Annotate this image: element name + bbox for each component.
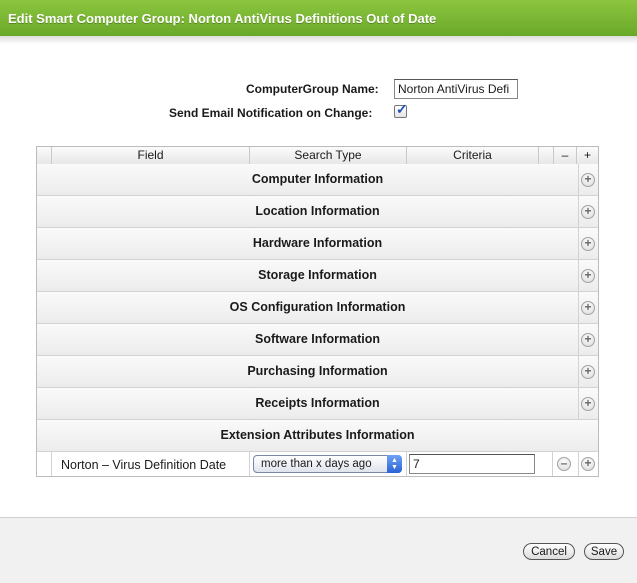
cell-divider	[578, 292, 579, 323]
cell-divider	[578, 164, 579, 195]
section-extension-attributes-information: Extension Attributes Information	[37, 420, 598, 452]
section-storage-information: Storage Information +	[37, 260, 598, 292]
section-label: Software Information	[254, 332, 380, 346]
cell-divider	[578, 196, 579, 227]
section-label: Purchasing Information	[247, 364, 388, 378]
section-label: Hardware Information	[252, 236, 383, 250]
checkmark-icon: ✓	[396, 101, 408, 117]
updown-arrows-icon: ▲ ▼	[387, 455, 402, 473]
section-label: Receipts Information	[255, 396, 380, 410]
section-computer-information: Computer Information +	[37, 164, 598, 196]
section-label: OS Configuration Information	[229, 300, 406, 314]
criteria-table: Field Search Type Criteria – + Computer …	[36, 146, 599, 477]
minus-circle-icon[interactable]: –	[557, 457, 571, 471]
search-type-select[interactable]: more than x days ago ▲ ▼	[253, 455, 402, 473]
cell-divider	[51, 452, 52, 476]
header-criteria[interactable]: Criteria	[406, 147, 538, 164]
section-location-information: Location Information +	[37, 196, 598, 228]
plus-circle-icon[interactable]: +	[581, 173, 595, 187]
cell-divider	[578, 452, 579, 476]
plus-circle-icon[interactable]: +	[581, 365, 595, 379]
section-label: Storage Information	[258, 268, 377, 282]
header-spacer-2	[538, 147, 553, 164]
plus-circle-icon[interactable]: +	[581, 237, 595, 251]
section-purchasing-information: Purchasing Information +	[37, 356, 598, 388]
cell-divider	[578, 228, 579, 259]
criteria-value-input[interactable]: 7	[409, 454, 535, 474]
email-notification-label: Send Email Notification on Change:	[169, 106, 373, 120]
section-label: Extension Attributes Information	[220, 428, 415, 442]
section-receipts-information: Receipts Information +	[37, 388, 598, 420]
cell-divider	[578, 388, 579, 419]
cell-divider	[406, 452, 407, 476]
window-title: Edit Smart Computer Group: Norton AntiVi…	[0, 0, 637, 36]
plus-circle-icon[interactable]: +	[581, 397, 595, 411]
header-spacer	[37, 147, 51, 164]
cell-divider	[552, 452, 553, 476]
header-search-type[interactable]: Search Type	[249, 147, 406, 164]
footer-bar: Cancel Save	[0, 517, 637, 583]
plus-circle-icon[interactable]: +	[581, 457, 595, 471]
criterion-field: Norton – Virus Definition Date	[61, 458, 227, 472]
search-type-value: more than x days ago	[261, 458, 372, 470]
cancel-button[interactable]: Cancel	[523, 543, 575, 560]
section-os-configuration-information: OS Configuration Information +	[37, 292, 598, 324]
cell-divider	[578, 324, 579, 355]
cell-divider	[578, 356, 579, 387]
section-hardware-information: Hardware Information +	[37, 228, 598, 260]
section-software-information: Software Information +	[37, 324, 598, 356]
email-notification-checkbox[interactable]: ✓	[394, 101, 408, 118]
group-name-label: ComputerGroup Name:	[246, 82, 379, 96]
save-button[interactable]: Save	[584, 543, 624, 560]
title-divider	[0, 36, 637, 44]
criterion-row: Norton – Virus Definition Date more than…	[37, 452, 598, 476]
plus-circle-icon[interactable]: +	[581, 269, 595, 283]
group-name-input[interactable]: Norton AntiVirus Defi	[394, 79, 518, 99]
plus-circle-icon[interactable]: +	[581, 205, 595, 219]
table-header: Field Search Type Criteria – +	[37, 147, 598, 165]
cell-divider	[249, 452, 250, 476]
plus-circle-icon[interactable]: +	[581, 301, 595, 315]
section-label: Computer Information	[251, 172, 384, 186]
plus-circle-icon[interactable]: +	[581, 333, 595, 347]
header-plus: +	[576, 147, 598, 164]
section-label: Location Information	[255, 204, 380, 218]
header-minus: –	[553, 147, 576, 164]
header-field[interactable]: Field	[51, 147, 249, 164]
cell-divider	[578, 260, 579, 291]
